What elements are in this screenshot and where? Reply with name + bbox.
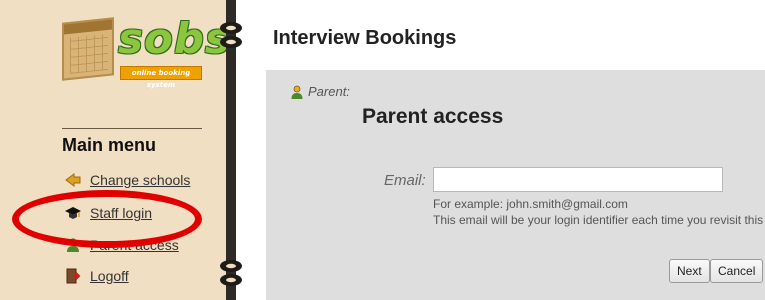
sobs-logo[interactable]: sobs online booking system [62,14,230,89]
email-field[interactable] [433,167,723,192]
main-menu-title: Main menu [62,135,157,155]
menu-item-change-schools[interactable]: Change schools [64,170,190,190]
role-label: Parent: [308,84,350,99]
logo-wordmark: sobs [118,14,231,63]
red-highlight-circle [12,190,202,248]
menu-item-label[interactable]: Logoff [90,268,129,284]
email-hint-identifier: This email will be your login identifier… [433,213,765,227]
page-title: Interview Bookings [273,27,457,49]
next-button[interactable]: Next [669,259,710,283]
cancel-button[interactable]: Cancel [710,259,764,283]
email-label: Email: [384,172,426,189]
user-icon [290,85,304,99]
role-tag: Parent: [290,84,350,99]
logo-tagline: online booking system [120,66,202,89]
binder-ring-icon [218,20,244,50]
menu-item-label[interactable]: Change schools [90,172,190,188]
door-exit-icon [64,268,82,284]
menu-item-logoff[interactable]: Logoff [64,266,129,286]
arrow-icon [64,172,82,188]
menu-divider [62,128,202,129]
email-hint-example: For example: john.smith@gmail.com [433,197,628,211]
calendar-icon [62,17,114,81]
panel-heading: Parent access [362,105,504,128]
sidebar: sobs online booking system Main menu Cha… [0,0,236,300]
parent-access-panel: Parent: Parent access Email: For example… [266,70,765,300]
binder-ring-icon [218,258,244,288]
